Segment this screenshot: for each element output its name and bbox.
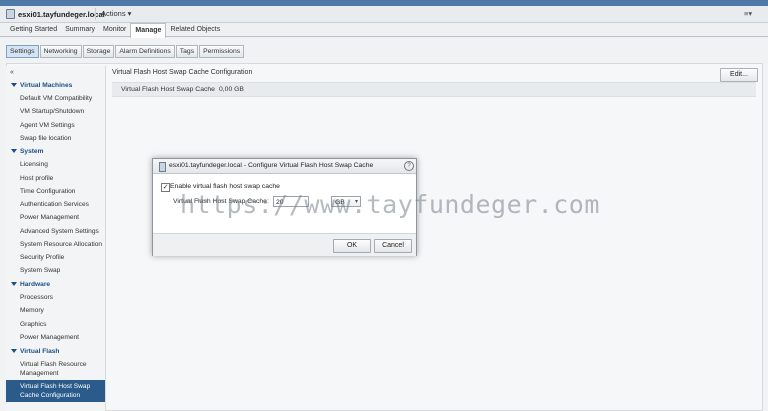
menu-collapse-icon[interactable]: ≡▾ (744, 9, 752, 18)
subtab-networking[interactable]: Networking (39, 45, 82, 58)
expand-triangle-icon (11, 149, 17, 154)
sidebar-item-agent-vm-settings[interactable]: Agent VM Settings (6, 121, 105, 130)
sidebar-item-authentication-services[interactable]: Authentication Services (6, 200, 105, 209)
sidebar-item-virtual-flash-host-swap-cache[interactable]: Virtual Flash Host Swap Cache Configurat… (6, 380, 105, 402)
sidebar-item-memory[interactable]: Memory (6, 306, 105, 315)
tab-getting-started[interactable]: Getting Started (6, 23, 61, 37)
sidebar-item-power-management[interactable]: Power Management (6, 213, 105, 222)
host-name: esxi01.tayfundeger.local (18, 9, 105, 19)
sidebar-item-processors[interactable]: Processors (6, 293, 105, 302)
sidebar-item-advanced-system-settings[interactable]: Advanced System Settings (6, 227, 105, 236)
sidebar-item-system-resource-allocation[interactable]: System Resource Allocation (6, 240, 105, 249)
subtab-permissions[interactable]: Permissions (199, 45, 245, 58)
sub-tabs: Settings Networking Storage Alarm Defini… (6, 45, 245, 58)
title-divider (95, 8, 96, 20)
tab-manage[interactable]: Manage (130, 23, 167, 38)
cancel-button[interactable]: Cancel (374, 239, 412, 253)
actions-menu[interactable]: Actions ▾ (101, 9, 131, 18)
dialog-title-bar: esxi01.tayfundeger.local - Configure Vir… (153, 159, 416, 174)
sidebar-item-security-profile[interactable]: Security Profile (6, 253, 105, 262)
dialog-footer: OK Cancel (153, 233, 416, 256)
tab-summary[interactable]: Summary (61, 23, 99, 37)
sidebar-item-graphics[interactable]: Graphics (6, 320, 105, 329)
sidebar-item-time-configuration[interactable]: Time Configuration (6, 187, 105, 196)
sidebar-group-virtual-flash[interactable]: Virtual Flash (6, 347, 105, 356)
tab-related-objects[interactable]: Related Objects (166, 23, 224, 37)
property-value: 0,00 GB (219, 86, 244, 93)
edit-button[interactable]: Edit... (720, 68, 758, 82)
sidebar-item-system-swap[interactable]: System Swap (6, 266, 105, 275)
sidebar-item-power-management-hw[interactable]: Power Management (6, 333, 105, 342)
host-title: esxi01.tayfundeger.local (6, 9, 105, 19)
main-tabs: Getting Started Summary Monitor Manage R… (0, 23, 768, 38)
sidebar-item-swap-file-location[interactable]: Swap file location (6, 134, 105, 143)
settings-sidebar: Virtual Machines Default VM Compatibilit… (6, 66, 106, 411)
sidebar-group-label: Hardware (20, 281, 51, 288)
expand-triangle-icon (11, 282, 17, 287)
property-row: Virtual Flash Host Swap Cache 0,00 GB (112, 82, 756, 97)
watermark: https://www.tayfundeger.com (180, 190, 600, 219)
enable-swap-cache-label: Enable virtual flash host swap cache (170, 183, 280, 190)
object-title-bar: esxi01.tayfundeger.local Actions ▾ ≡▾ (0, 6, 768, 23)
tab-monitor[interactable]: Monitor (99, 23, 130, 37)
sidebar-item-licensing[interactable]: Licensing (6, 160, 105, 169)
sidebar-group-label: System (20, 148, 44, 155)
host-icon (6, 9, 15, 19)
sidebar-group-system[interactable]: System (6, 147, 105, 156)
property-label: Virtual Flash Host Swap Cache (121, 86, 215, 93)
subtab-tags[interactable]: Tags (175, 45, 199, 58)
sidebar-collapse-icon[interactable]: « (10, 69, 14, 76)
sidebar-group-virtual-machines[interactable]: Virtual Machines (6, 81, 105, 90)
sidebar-group-hardware[interactable]: Hardware (6, 280, 105, 289)
subtab-settings[interactable]: Settings (6, 45, 39, 58)
sidebar-item-virtual-flash-resource-management[interactable]: Virtual Flash Resource Management (6, 360, 105, 378)
expand-triangle-icon (11, 349, 17, 354)
ok-button[interactable]: OK (333, 239, 371, 253)
help-icon[interactable]: ? (404, 161, 414, 171)
sidebar-item-host-profile[interactable]: Host profile (6, 174, 105, 183)
enable-swap-cache-checkbox[interactable]: ✓ (161, 183, 170, 192)
expand-triangle-icon (11, 83, 17, 88)
dialog-title: esxi01.tayfundeger.local - Configure Vir… (169, 162, 374, 169)
subtab-alarm-definitions[interactable]: Alarm Definitions (115, 45, 175, 58)
subtab-storage[interactable]: Storage (82, 45, 115, 58)
sidebar-group-label: Virtual Flash (20, 348, 60, 355)
sidebar-item-vm-startup-shutdown[interactable]: VM Startup/Shutdown (6, 107, 105, 116)
host-icon (159, 162, 166, 172)
sidebar-item-default-vm-compatibility[interactable]: Default VM Compatibility (6, 94, 105, 103)
sidebar-group-label: Virtual Machines (20, 82, 73, 89)
panel-title: Virtual Flash Host Swap Cache Configurat… (112, 69, 253, 76)
